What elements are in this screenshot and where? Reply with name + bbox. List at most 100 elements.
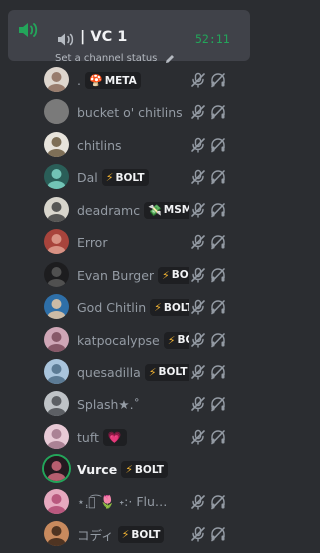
headphones-deafened-icon (211, 430, 225, 445)
mushroom-icon: 🍄 (88, 74, 103, 87)
avatar[interactable] (44, 358, 69, 384)
avatar[interactable] (44, 488, 69, 514)
mic-muted-icon (191, 267, 205, 283)
bolt-icon: ⚡ (125, 463, 133, 477)
voice-member-row[interactable]: Splash★.˚ (0, 388, 249, 420)
mic-muted-icon (191, 526, 205, 542)
avatar[interactable] (44, 196, 69, 222)
avatar[interactable] (44, 67, 69, 92)
mic-muted-icon (191, 137, 205, 153)
mic-muted-icon (191, 72, 205, 88)
call-timer: 52:11 (195, 32, 230, 46)
avatar[interactable] (44, 99, 69, 125)
money-icon: 💸 (148, 203, 162, 217)
bolt-icon: ⚡ (148, 365, 157, 379)
server-tag-badge[interactable]: ⚡BOLT (158, 266, 189, 284)
mic-muted-icon (191, 364, 205, 380)
mic-muted-icon (191, 234, 205, 250)
member-name[interactable]: bucket o' chitlins (77, 105, 183, 120)
server-tag-badge[interactable]: ⚡BOLT (121, 461, 168, 479)
member-name[interactable]: ⋆.ฺ๚͡ 🌷 ˖:· Flu… (77, 494, 167, 511)
member-name[interactable]: . (77, 73, 81, 88)
mic-muted-icon (191, 105, 205, 121)
member-name[interactable]: deadramc (77, 203, 140, 218)
member-name-group: chitlins (77, 137, 189, 154)
bolt-icon: ⚡ (105, 171, 114, 185)
member-name[interactable]: quesadilla (77, 365, 141, 380)
voice-member-row[interactable]: tuft 💗 (0, 421, 249, 453)
mic-muted-icon (191, 494, 205, 510)
server-tag-badge[interactable]: ⚡BOLT (150, 299, 189, 317)
server-tag-badge[interactable]: ⚡BOLT (163, 331, 189, 349)
member-name-group: tuft 💗 (77, 428, 189, 446)
headphones-deafened-icon (211, 494, 225, 509)
member-name[interactable]: tuft (77, 430, 99, 445)
bolt-icon: ⚡ (121, 528, 130, 542)
headphones-deafened-icon (211, 267, 225, 282)
mic-muted-icon (191, 202, 205, 218)
voice-member-row[interactable]: Vurce ⚡ BOLT (0, 453, 249, 485)
channel-name[interactable]: | VC 1 (80, 29, 127, 45)
mic-muted-icon (191, 429, 205, 445)
voice-member-row[interactable]: God Chitlin ⚡BOLT (0, 291, 249, 323)
member-name-group: Splash★.˚ (77, 396, 189, 413)
avatar[interactable] (44, 326, 69, 352)
server-tag-label: BOLT (158, 366, 188, 379)
member-name-group: Vurce ⚡ BOLT (77, 461, 189, 479)
pencil-icon[interactable] (165, 54, 175, 64)
headphones-deafened-icon (211, 170, 225, 185)
avatar[interactable] (44, 423, 69, 449)
voice-member-row[interactable]: コディ ⚡ BOLT (0, 518, 249, 550)
voice-member-row[interactable]: deadramc 💸MSMP (0, 194, 249, 226)
member-name[interactable]: Vurce (77, 462, 117, 477)
voice-member-row[interactable]: Error (0, 226, 249, 258)
server-tag-label: META (104, 74, 137, 87)
member-name[interactable]: katpocalypse (77, 333, 160, 348)
voice-member-row[interactable]: bucket o' chitlins (0, 96, 249, 128)
voice-member-row[interactable]: quesadilla ⚡ BOLT (0, 356, 249, 388)
member-name[interactable]: Evan Burger (77, 268, 154, 283)
channel-status-placeholder[interactable]: Set a channel status (55, 53, 157, 64)
server-tag-badge[interactable]: ⚡BOLT (117, 526, 165, 544)
member-name-group: . 🍄 META (77, 72, 189, 89)
server-tag-badge[interactable]: ⚡BOLT (144, 363, 189, 381)
member-name[interactable]: God Chitlin (77, 300, 146, 315)
server-tag-badge[interactable]: ⚡BOLT (101, 169, 149, 187)
voice-member-row[interactable]: ⋆.ฺ๚͡ 🌷 ˖:· Flu… (0, 486, 249, 518)
bolt-icon: ⚡ (154, 301, 162, 315)
server-tag-badge[interactable]: 🍄 META (84, 72, 141, 89)
voice-member-row[interactable]: katpocalypse⚡BOLT (0, 324, 249, 356)
voice-member-row[interactable]: chitlins (0, 129, 249, 161)
avatar[interactable] (44, 229, 69, 255)
server-tag-label: MSMP (163, 204, 189, 217)
avatar[interactable] (44, 391, 69, 417)
server-tag-label: BOLT (163, 301, 189, 314)
mic-muted-icon (191, 332, 205, 348)
avatar[interactable] (44, 294, 69, 320)
member-name[interactable]: Dal (77, 170, 98, 185)
avatar[interactable] (44, 521, 69, 547)
headphones-deafened-icon (211, 235, 225, 250)
voice-member-row[interactable]: . 🍄 META (0, 64, 249, 96)
headphones-deafened-icon (211, 365, 225, 380)
voice-member-row[interactable]: Dal ⚡ BOLT (0, 161, 249, 193)
member-name-group: quesadilla ⚡ BOLT (77, 363, 189, 381)
server-tag-label: BOLT (171, 269, 189, 282)
avatar[interactable] (44, 261, 69, 287)
headphones-deafened-icon (211, 397, 225, 412)
headphones-deafened-icon (211, 73, 225, 88)
member-name-group: Error (77, 234, 189, 251)
server-tag-badge[interactable]: 💸MSMP (144, 201, 189, 219)
voice-channel-header[interactable]: | VC 1 52:11 Set a channel status (8, 10, 250, 64)
mic-muted-icon (191, 299, 205, 315)
headphones-deafened-icon (211, 527, 225, 542)
member-name[interactable]: Splash★.˚ (77, 397, 140, 412)
server-tag-badge[interactable]: 💗 (102, 428, 127, 446)
voice-member-row[interactable]: Evan Burger ⚡BOLT (0, 259, 249, 291)
member-name[interactable]: chitlins (77, 138, 122, 153)
avatar[interactable] (44, 456, 69, 482)
avatar[interactable] (44, 164, 69, 190)
avatar[interactable] (44, 131, 69, 157)
member-name[interactable]: コディ (77, 526, 114, 543)
member-name[interactable]: Error (77, 235, 107, 250)
